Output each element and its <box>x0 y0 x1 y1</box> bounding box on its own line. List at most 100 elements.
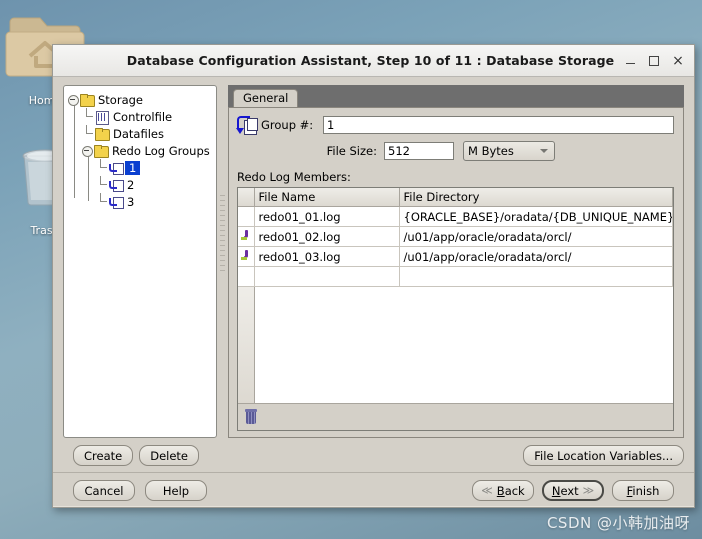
tree-elbow <box>96 193 109 210</box>
close-button[interactable]: × <box>666 50 690 72</box>
window-body: Storage Controlfile Datafiles Redo Log G… <box>53 77 694 507</box>
window-titlebar[interactable]: Database Configuration Assistant, Step 1… <box>53 45 694 77</box>
file-size-unit-value: M Bytes <box>468 144 514 158</box>
group-number-label: Group #: <box>261 118 314 132</box>
finish-button[interactable]: Finish <box>612 480 674 501</box>
group-number-row: Group #: <box>236 116 674 135</box>
create-button[interactable]: Create <box>73 445 134 466</box>
redo-log-group-icon <box>236 116 259 135</box>
tree-elbow <box>96 176 109 193</box>
minimize-button[interactable] <box>618 50 642 72</box>
cell-file-directory[interactable] <box>399 266 673 287</box>
tree-node-label: Controlfile <box>113 109 173 124</box>
window-controls: × <box>618 50 694 72</box>
table-footer <box>238 403 673 430</box>
maximize-button[interactable] <box>642 50 666 72</box>
table-row[interactable]: redo01_03.log /u01/app/oracle/oradata/or… <box>238 246 673 267</box>
tab-strip: General <box>228 85 684 107</box>
file-size-input[interactable] <box>384 142 454 160</box>
back-label-rest: ack <box>504 483 525 498</box>
cell-file-name[interactable] <box>254 266 400 287</box>
member-marker-icon <box>241 230 251 241</box>
controlfile-icon <box>95 110 109 125</box>
cell-file-directory[interactable]: {ORACLE_BASE}/oradata/{DB_UNIQUE_NAME}/ <box>399 206 673 227</box>
delete-button[interactable]: Delete <box>139 445 200 466</box>
file-location-variables-button[interactable]: File Location Variables... <box>523 445 684 466</box>
tree-node-label: Redo Log Groups <box>112 143 210 158</box>
column-header-gutter <box>238 188 255 207</box>
folder-icon <box>95 127 110 141</box>
row-marker-cell <box>238 266 255 287</box>
row-marker-cell <box>238 226 255 247</box>
column-header-file-directory[interactable]: File Directory <box>399 188 673 207</box>
cancel-button[interactable]: Cancel <box>73 480 135 501</box>
table-empty-area <box>238 287 673 403</box>
help-button[interactable]: Help <box>145 480 207 501</box>
back-mnemonic: B <box>496 483 505 498</box>
general-tab-panel: Group #: File Size: M Bytes Redo Log Mem <box>228 107 684 438</box>
redo-log-icon <box>109 162 124 175</box>
tree-node-label: 3 <box>127 194 135 209</box>
row-marker-cell <box>238 206 255 227</box>
navigation-button-row: Cancel Help ≪ Back Next ≫ Finish <box>53 472 694 507</box>
main-content: Storage Controlfile Datafiles Redo Log G… <box>53 77 694 438</box>
table-row[interactable]: redo01_01.log {ORACLE_BASE}/oradata/{DB_… <box>238 206 673 227</box>
next-label-rest: ext <box>560 483 579 498</box>
row-marker-cell <box>238 246 255 267</box>
tree-elbow <box>82 108 95 125</box>
tree-node-label: 2 <box>127 177 135 192</box>
redo-log-members-table[interactable]: File Name File Directory redo01_01.log {… <box>237 187 674 431</box>
tree-node-storage[interactable]: Storage <box>68 91 216 108</box>
chevron-down-icon <box>540 149 548 153</box>
back-arrow-icon: ≪ <box>481 484 493 497</box>
tree-line <box>88 156 89 201</box>
tree-node-label: Storage <box>98 92 143 107</box>
redo-log-members-label: Redo Log Members: <box>237 170 351 184</box>
tree-node-label: 1 <box>125 160 141 175</box>
tree-node-controlfile[interactable]: Controlfile <box>68 108 216 125</box>
split-pane-divider[interactable] <box>217 85 228 438</box>
action-button-row: Create Delete File Location Variables... <box>53 438 694 472</box>
file-size-label: File Size: <box>326 144 377 158</box>
table-row[interactable] <box>238 266 673 287</box>
redo-log-icon <box>109 179 124 192</box>
group-number-input[interactable] <box>323 116 674 134</box>
tree-elbow <box>96 159 109 176</box>
redo-log-icon <box>109 196 124 209</box>
tree-node-redo-group-3[interactable]: 3 <box>68 193 216 210</box>
trash-icon[interactable] <box>244 409 258 425</box>
split-pane: Storage Controlfile Datafiles Redo Log G… <box>63 85 684 438</box>
column-header-file-name[interactable]: File Name <box>254 188 400 207</box>
cell-file-directory[interactable]: /u01/app/oracle/oradata/orcl/ <box>399 226 673 247</box>
tree-node-redo-group-2[interactable]: 2 <box>68 176 216 193</box>
member-marker-icon <box>241 250 251 261</box>
cell-file-name[interactable]: redo01_03.log <box>254 246 400 267</box>
tree-line <box>74 103 75 198</box>
next-button[interactable]: Next ≫ <box>542 480 604 501</box>
back-button[interactable]: ≪ Back <box>472 480 534 501</box>
tree-node-datafiles[interactable]: Datafiles <box>68 125 216 142</box>
dbca-window: Database Configuration Assistant, Step 1… <box>52 44 695 508</box>
window-title: Database Configuration Assistant, Step 1… <box>126 53 615 68</box>
divider-grip[interactable] <box>220 195 225 275</box>
file-size-unit-select[interactable]: M Bytes <box>463 141 555 161</box>
storage-tree[interactable]: Storage Controlfile Datafiles Redo Log G… <box>63 85 217 438</box>
finish-label-rest: inish <box>632 483 660 498</box>
file-size-row: File Size: M Bytes <box>237 141 674 161</box>
table-header-row: File Name File Directory <box>238 188 673 207</box>
tree-node-redo-group-1[interactable]: 1 <box>68 159 216 176</box>
expand-toggle-icon[interactable] <box>82 145 93 157</box>
csdn-watermark: CSDN @小韩加油呀 <box>546 514 690 532</box>
cell-file-name[interactable]: redo01_01.log <box>254 206 400 227</box>
folder-icon <box>80 93 95 107</box>
tree-node-redo-log-groups[interactable]: Redo Log Groups <box>68 142 216 159</box>
cell-file-directory[interactable]: /u01/app/oracle/oradata/orcl/ <box>399 246 673 267</box>
next-arrow-icon: ≫ <box>582 484 595 497</box>
detail-panel: General Group #: File Size: <box>228 85 684 438</box>
members-grid: File Name File Directory redo01_01.log {… <box>238 188 673 287</box>
cell-file-name[interactable]: redo01_02.log <box>254 226 400 247</box>
tab-general[interactable]: General <box>233 89 299 107</box>
folder-icon <box>94 144 109 158</box>
table-row[interactable]: redo01_02.log /u01/app/oracle/oradata/or… <box>238 226 673 247</box>
expand-toggle-icon[interactable] <box>68 94 79 106</box>
